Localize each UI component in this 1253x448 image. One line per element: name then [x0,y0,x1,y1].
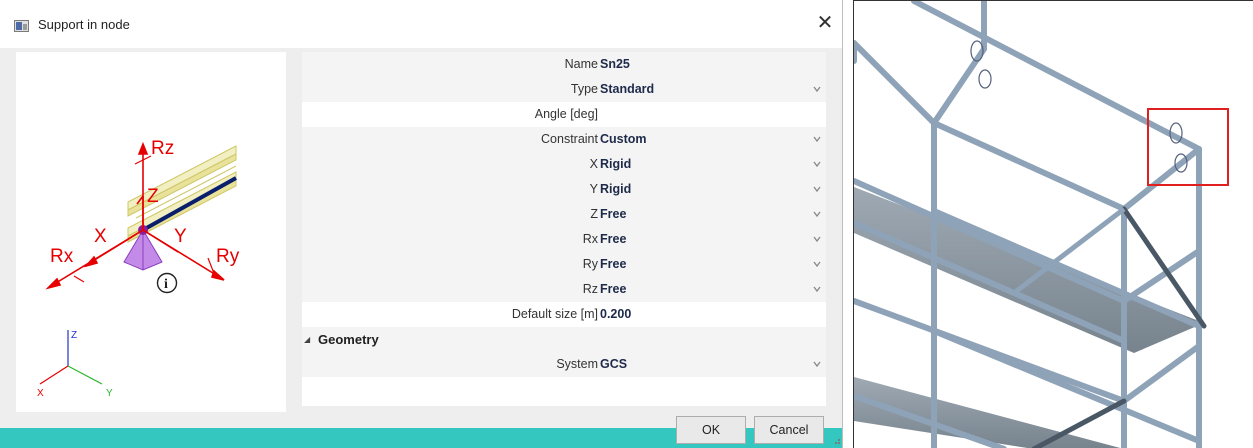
chevron-down-icon[interactable] [812,159,822,169]
prop-label-rz: Rz [582,282,598,296]
chevron-down-icon[interactable] [812,259,822,269]
collapse-triangle-icon[interactable]: ◢ [304,335,310,344]
prop-label-z: Z [590,207,598,221]
prop-label-name: Name [564,57,598,71]
label-x: X [94,226,107,247]
prop-value-ry[interactable]: Free [600,257,626,271]
selected-node-highlight [1147,108,1229,186]
resize-grip-icon[interactable] [832,436,841,445]
label-rx: Rx [50,246,74,267]
prop-label-constraint: Constraint [541,132,598,146]
property-grid: Name Sn25 Type Standard Angle [deg] Cons… [302,52,826,406]
prop-label-angle: Angle [deg] [534,107,598,121]
prop-row-y[interactable]: Y Rigid [302,177,826,202]
model-3d-view[interactable] [853,0,1253,448]
prop-value-default-size[interactable]: 0.200 [600,307,631,321]
prop-label-type: Type [570,82,598,96]
prop-row-system[interactable]: System GCS [302,352,826,377]
svg-text:Y: Y [106,388,113,399]
prop-row-angle[interactable]: Angle [deg] [302,102,826,127]
chevron-down-icon[interactable] [812,134,822,144]
support-preview-panel: Rz Z X Y Rx Ry i Z X Y [16,52,286,412]
prop-row-ry[interactable]: Ry Free [302,252,826,277]
info-icon[interactable]: i [156,272,178,294]
prop-value-rz[interactable]: Free [600,282,626,296]
prop-value-system[interactable]: GCS [600,357,627,371]
prop-row-name[interactable]: Name Sn25 [302,52,826,77]
chevron-down-icon[interactable] [812,184,822,194]
prop-value-y[interactable]: Rigid [600,182,631,196]
chevron-down-icon[interactable] [812,84,822,94]
stage: Support in node ✕ Rz Z X Y Rx Ry i Z X Y… [0,0,1253,448]
prop-value-rx[interactable]: Free [600,232,626,246]
prop-row-rz[interactable]: Rz Free [302,277,826,302]
prop-row-rx[interactable]: Rx Free [302,227,826,252]
prop-value-z[interactable]: Free [600,207,626,221]
prop-value-name[interactable]: Sn25 [600,57,630,71]
chevron-down-icon[interactable] [812,234,822,244]
label-ry: Ry [216,246,240,267]
svg-text:Z: Z [71,330,77,341]
scaffold-model [854,1,1229,448]
prop-value-type[interactable]: Standard [600,82,654,96]
label-z: Z [147,186,159,207]
label-y: Y [174,226,187,247]
prop-row-default-size[interactable]: Default size [m] 0.200 [302,302,826,327]
prop-row-z[interactable]: Z Free [302,202,826,227]
chevron-down-icon[interactable] [812,209,822,219]
title-bar: Support in node ✕ [0,0,842,48]
cancel-button[interactable]: Cancel [754,416,824,444]
prop-label-y: Y [589,182,598,196]
app-icon [14,20,29,32]
prop-label-default-size: Default size [m] [511,307,598,321]
prop-row-constraint[interactable]: Constraint Custom [302,127,826,152]
svg-text:i: i [164,277,168,292]
ok-button[interactable]: OK [676,416,746,444]
support-in-node-dialog: Support in node ✕ Rz Z X Y Rx Ry i Z X Y… [0,0,843,448]
prop-label-system: System [556,357,598,371]
prop-value-x[interactable]: Rigid [600,157,631,171]
axes-triad: Z X Y [37,330,113,399]
prop-label-rx: Rx [582,232,598,246]
chevron-down-icon[interactable] [812,284,822,294]
support-diagram: Rz Z X Y Rx Ry i Z X Y [37,138,240,399]
section-geometry[interactable]: ◢ Geometry [302,327,826,352]
prop-row-type[interactable]: Type Standard [302,77,826,102]
section-geometry-label: Geometry [318,332,379,347]
window-title: Support in node [38,17,130,32]
close-button[interactable]: ✕ [812,10,838,36]
label-rz: Rz [151,138,174,159]
prop-label-ry: Ry [582,257,598,271]
chevron-down-icon[interactable] [812,359,822,369]
prop-label-x: X [589,157,598,171]
prop-row-x[interactable]: X Rigid [302,152,826,177]
svg-text:X: X [37,388,44,399]
prop-value-constraint[interactable]: Custom [600,132,647,146]
